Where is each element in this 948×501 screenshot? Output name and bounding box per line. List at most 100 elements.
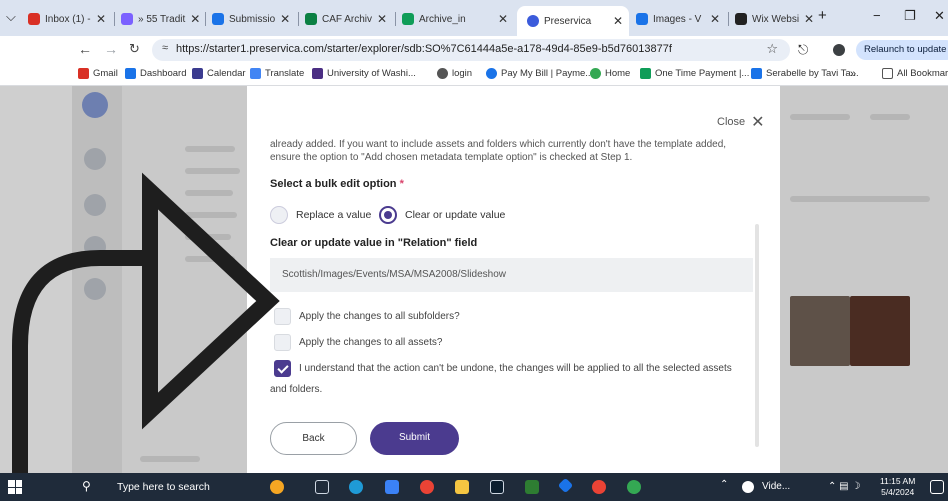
relation-value-field[interactable]: Scottish/Images/Events/MSA/MSA2008/Slide… xyxy=(270,258,753,292)
store-icon[interactable] xyxy=(557,477,574,494)
relaunch-button[interactable]: Relaunch to update xyxy=(856,40,948,60)
checkbox-assets[interactable]: Apply the changes to all assets? xyxy=(274,334,442,351)
checkbox-checked[interactable] xyxy=(274,360,291,377)
video-app-icon[interactable] xyxy=(742,481,754,493)
radio-label: Clear or update value xyxy=(405,209,506,221)
taskbar-search-input[interactable]: Type here to search xyxy=(117,481,210,493)
tab-divider xyxy=(395,12,396,26)
modal-scrollbar[interactable] xyxy=(755,224,759,447)
checkbox[interactable] xyxy=(274,334,291,351)
extensions-icon[interactable]: ⎋ xyxy=(798,42,808,58)
bookmark-uw[interactable]: University of Washi... xyxy=(312,68,416,79)
nav-search-icon[interactable] xyxy=(84,194,106,216)
site-settings-icon[interactable]: ≈ xyxy=(162,42,168,54)
required-mark: * xyxy=(399,178,404,190)
app-icon[interactable] xyxy=(525,480,539,494)
tab-label: Images - V xyxy=(653,13,702,25)
tree-item-placeholder xyxy=(185,212,237,218)
back-arrow-icon[interactable]: ← xyxy=(78,41,92,57)
edge-icon[interactable] xyxy=(349,480,363,494)
submit-button[interactable]: Submit xyxy=(370,422,459,455)
bookmark-dashboard[interactable]: Dashboard xyxy=(125,68,186,79)
back-button[interactable]: Back xyxy=(270,422,357,455)
bookmark-pay-bill[interactable]: Pay My Bill | Payme... xyxy=(486,68,593,79)
system-tray-icons[interactable]: ⌃ ▤ ☽ xyxy=(828,481,860,492)
chrome-profile-icon[interactable] xyxy=(592,480,606,494)
taskbar-clock[interactable]: 11:15 AM 5/4/2024 xyxy=(880,476,915,498)
close-tab-icon[interactable]: ✕ xyxy=(498,12,508,26)
nav-layers-icon[interactable] xyxy=(84,236,106,258)
search-icon: ⚲ xyxy=(82,479,91,493)
new-tab-button[interactable]: + xyxy=(818,7,827,24)
taskbar-video-item[interactable]: Vide... xyxy=(762,481,790,492)
windows-start-icon[interactable] xyxy=(8,480,22,494)
bookmark-calendar[interactable]: Calendar xyxy=(192,68,246,79)
tab-search-icon[interactable]: ⌵ xyxy=(6,9,16,25)
tab-gmail[interactable]: Inbox (1) - ✕ xyxy=(24,8,112,30)
nav-globe-icon[interactable] xyxy=(84,148,106,170)
bookmarks-overflow-button[interactable]: » xyxy=(850,68,856,80)
radio-button-selected[interactable] xyxy=(379,206,397,224)
tab-caf-archive[interactable]: CAF Archiv ✕ xyxy=(301,8,393,30)
profile-avatar[interactable] xyxy=(833,44,845,56)
window-close-icon[interactable]: ✕ xyxy=(934,8,945,24)
tab-submission[interactable]: Submissio ✕ xyxy=(208,8,296,30)
reload-icon[interactable]: ↻ xyxy=(129,41,140,57)
url-field[interactable]: ≈ https://starter1.preservica.com/starte… xyxy=(152,39,790,61)
checkbox[interactable] xyxy=(274,308,291,325)
close-tab-icon[interactable]: ✕ xyxy=(710,12,720,26)
radio-button[interactable] xyxy=(270,206,288,224)
intro-text: already added. If you want to include as… xyxy=(270,139,727,163)
task-view-icon[interactable] xyxy=(315,480,329,494)
chrome-icon[interactable] xyxy=(420,480,434,494)
bookmark-one-time-payment[interactable]: One Time Payment |... xyxy=(640,68,749,79)
chrome-profile-2-icon[interactable] xyxy=(627,480,641,494)
checkbox-subfolders[interactable]: Apply the changes to all subfolders? xyxy=(274,308,460,325)
all-bookmarks-button[interactable]: All Bookmarks xyxy=(882,68,948,79)
teams-icon[interactable] xyxy=(385,480,399,494)
chevron-up-icon[interactable]: ⌃ xyxy=(720,479,728,490)
tab-images[interactable]: Images - V ✕ xyxy=(632,8,726,30)
tab-label: Archive_in xyxy=(419,13,466,25)
file-explorer-icon[interactable] xyxy=(455,480,469,494)
images-tab-icon xyxy=(636,13,648,25)
weather-icon[interactable] xyxy=(270,480,284,494)
close-label: Close xyxy=(717,116,746,128)
calendar-icon xyxy=(192,68,203,79)
close-tab-icon[interactable]: ✕ xyxy=(613,14,623,28)
bookmark-label: Translate xyxy=(265,68,305,79)
bookmark-serabelle[interactable]: Serabelle by Tavi Ta... xyxy=(751,68,859,79)
bookmark-translate[interactable]: Translate xyxy=(250,68,304,79)
close-tab-icon[interactable]: ✕ xyxy=(280,12,290,26)
nav-settings-icon[interactable] xyxy=(84,278,106,300)
tab-preservica[interactable]: Preservica ✕ xyxy=(517,6,629,36)
close-tab-icon[interactable]: ✕ xyxy=(96,12,106,26)
bookmark-home[interactable]: Home xyxy=(590,68,630,79)
dashboard-icon xyxy=(125,68,136,79)
tab-traditions[interactable]: » 55 Tradit ✕ xyxy=(117,8,203,30)
forward-arrow-icon[interactable]: → xyxy=(104,41,118,57)
bookmark-login[interactable]: login xyxy=(437,68,472,79)
maximize-icon[interactable]: ❐ xyxy=(904,8,916,24)
checkbox-acknowledge[interactable]: I understand that the action can't be un… xyxy=(274,360,732,377)
radio-clear-or-update[interactable]: Clear or update value xyxy=(379,206,505,224)
close-tab-icon[interactable]: ✕ xyxy=(804,12,814,26)
tab-archive-inventory[interactable]: Archive_in ✕ xyxy=(398,8,514,30)
bookmark-star-icon[interactable]: ☆ xyxy=(766,41,778,57)
checkbox-label: Apply the changes to all assets? xyxy=(299,337,443,348)
terminal-icon[interactable] xyxy=(490,480,504,494)
tab-wix[interactable]: Wix Websi ✕ xyxy=(731,8,815,30)
radio-replace-value[interactable]: Replace a value xyxy=(270,206,371,224)
preservica-tab-icon xyxy=(527,15,539,27)
close-tab-icon[interactable]: ✕ xyxy=(377,12,387,26)
notifications-icon[interactable] xyxy=(930,480,944,494)
bookmark-gmail[interactable]: Gmail xyxy=(78,68,118,79)
close-icon[interactable]: ✕ xyxy=(751,112,764,132)
close-tab-icon[interactable]: ✕ xyxy=(190,12,200,26)
close-button[interactable]: Close ✕ xyxy=(717,112,765,132)
preservica-logo-icon xyxy=(82,92,108,118)
browser-tab-bar: ⌵ Inbox (1) - ✕ » 55 Tradit ✕ Submissio … xyxy=(0,0,948,36)
minimize-icon[interactable]: − xyxy=(873,8,881,23)
tab-label: Preservica xyxy=(544,15,592,27)
document-tab-icon xyxy=(212,13,224,25)
